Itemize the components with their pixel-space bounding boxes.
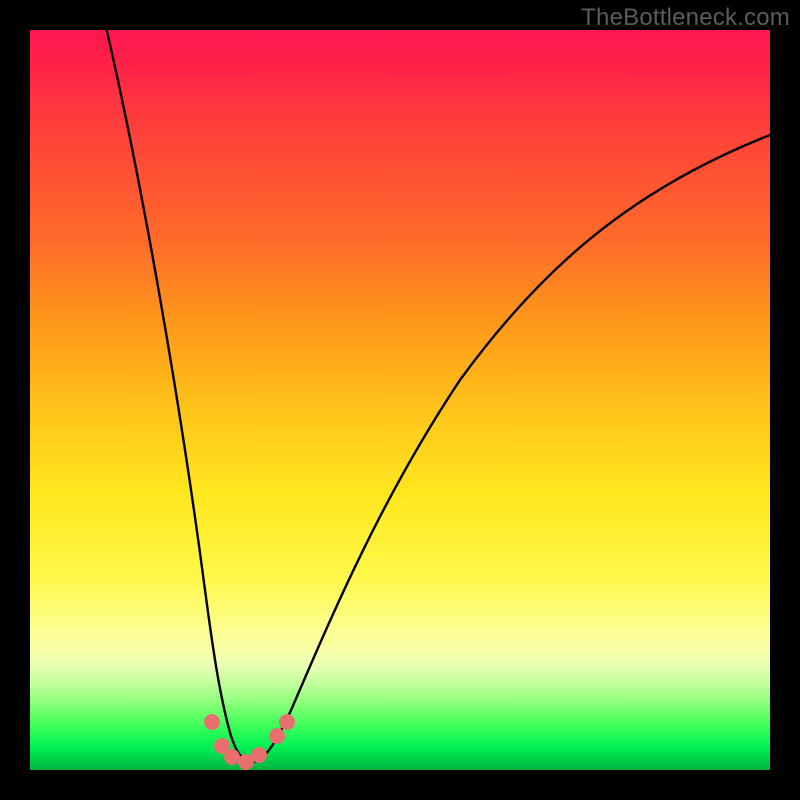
- plot-area: [30, 30, 770, 770]
- optimal-band-markers: [204, 714, 295, 770]
- watermark-text: TheBottleneck.com: [581, 4, 790, 32]
- curve-layer: [30, 30, 770, 770]
- chart-frame: TheBottleneck.com: [0, 0, 800, 800]
- bottleneck-curve: [102, 30, 770, 762]
